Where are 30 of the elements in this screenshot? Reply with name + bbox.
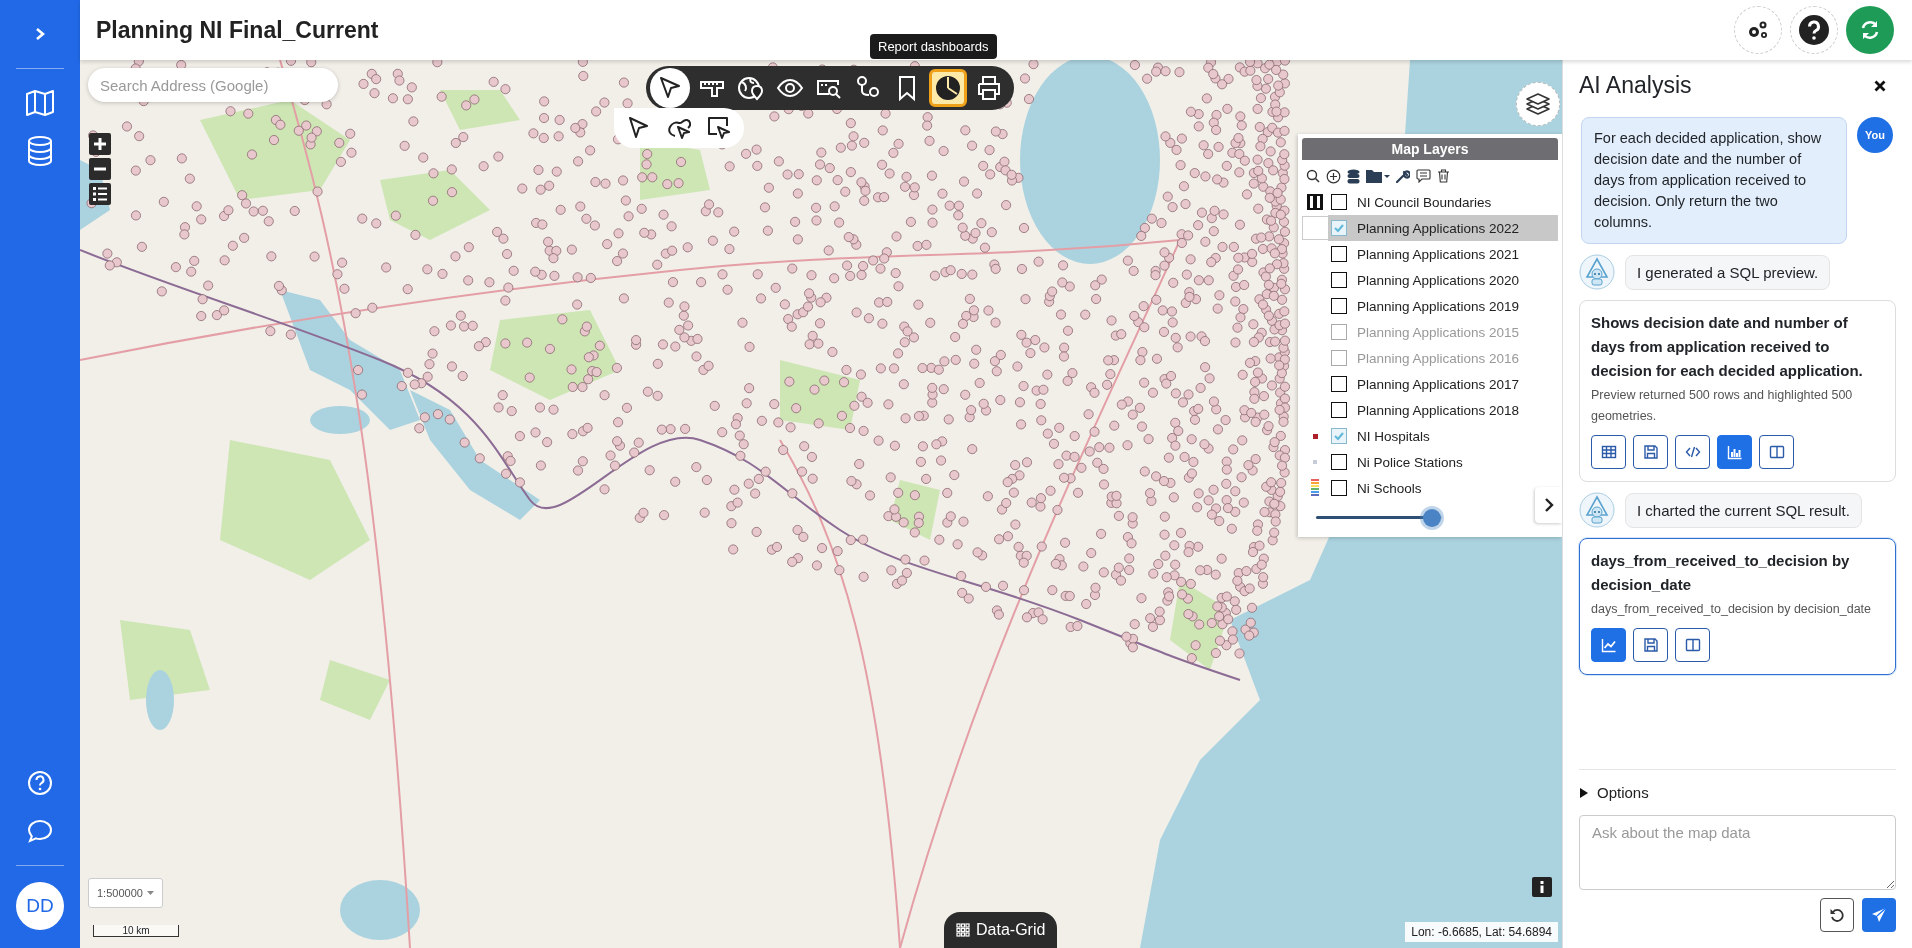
options-toggle[interactable]: Options xyxy=(1579,784,1649,801)
user-avatar[interactable]: DD xyxy=(16,882,64,930)
data-grid-button[interactable]: Data-Grid xyxy=(944,912,1058,948)
panel-title: AI Analysis xyxy=(1579,72,1692,99)
tooltip: Report dashboards xyxy=(870,34,997,59)
layer-item[interactable]: NI Hospitals xyxy=(1328,423,1528,449)
card-description: Preview returned 500 rows and highlighted 500 geometries. xyxy=(1591,387,1854,425)
card-title: days_from_received_to_decision by decision_date xyxy=(1591,551,1851,595)
layer-item[interactable]: Planning Applications 2021 xyxy=(1328,241,1528,267)
layer-item[interactable]: Ni Police Stations xyxy=(1328,449,1528,475)
layer-item[interactable]: Planning Applications 2022 xyxy=(1328,215,1558,241)
layer-item[interactable]: Planning Applications 2019 xyxy=(1328,293,1528,319)
panel-title: Map Layers xyxy=(1302,138,1558,160)
assistant-message: I charted the current SQL result. xyxy=(1625,492,1862,528)
user-avatar: You xyxy=(1857,117,1893,153)
layer-item[interactable]: NI Council Boundaries xyxy=(1328,189,1528,215)
layer-item[interactable]: Planning Applications 2020 xyxy=(1328,267,1528,293)
card-description: days_from_received_to_decision by decision_date xyxy=(1591,601,1873,618)
layer-item[interactable]: Ni Schools xyxy=(1328,475,1528,501)
layer-item[interactable]: Planning Applications 2018 xyxy=(1328,397,1528,423)
scale-bar: 10 km xyxy=(93,925,179,937)
layer-item[interactable]: Planning Applications 2017 xyxy=(1328,371,1528,397)
card-title: Shows decision date and number of days from application received to decision for each decided application. xyxy=(1591,313,1864,381)
page-title: Planning NI Final_Current xyxy=(96,16,379,44)
address-search-field[interactable]: Search Address (Google) xyxy=(88,68,338,102)
question-input-field[interactable]: Ask about the map data xyxy=(1579,815,1896,890)
coordinates-readout: Lon: -6.6685, Lat: 54.6894 xyxy=(1405,922,1558,942)
scale-select[interactable]: 1:500000 xyxy=(88,878,163,908)
assistant-message: I generated a SQL preview. xyxy=(1625,254,1831,290)
user-message: For each decided application, show decision date and the number of days from application received to decision. Only return the two columns. xyxy=(1581,117,1847,244)
